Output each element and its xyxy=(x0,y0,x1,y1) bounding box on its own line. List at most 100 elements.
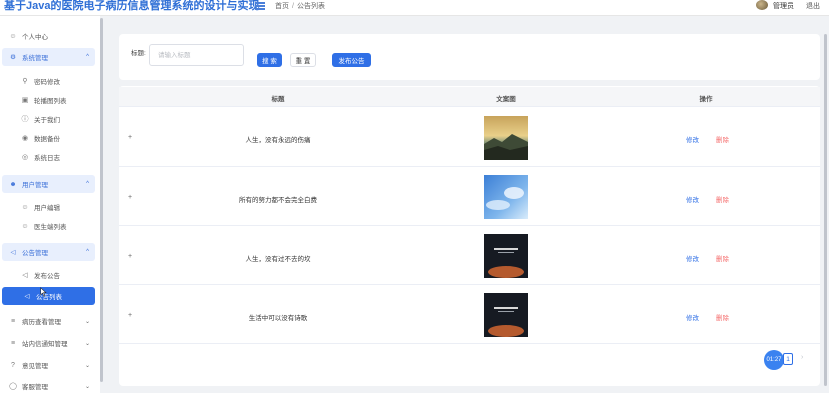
sidebar-item-label: 用户管理 xyxy=(22,182,48,189)
edit-link[interactable]: 修改 xyxy=(686,312,699,322)
megaphone-icon: ◁ xyxy=(24,293,30,300)
sidebar-item-label: 公告管理 xyxy=(22,250,48,257)
title-filter-label: 标题: xyxy=(131,50,146,57)
sidebar-scrollbar[interactable] xyxy=(100,18,103,382)
sidebar-item-medical-record-view[interactable]: ≡ 病历查看管理 ⌄ xyxy=(0,312,98,330)
question-icon: ? xyxy=(11,361,15,369)
expand-row-icon[interactable]: + xyxy=(128,253,132,260)
pager-page-1[interactable]: 1 xyxy=(783,353,793,365)
chevron-down-icon: ⌄ xyxy=(84,340,90,347)
row-title: 生活中可以没有诗歌 xyxy=(248,315,308,322)
search-button[interactable]: 搜 索 xyxy=(257,53,282,67)
sidebar-item-doctor-list[interactable]: ☺ 医生端列表 xyxy=(0,217,98,235)
list-icon: ≡ xyxy=(10,339,16,347)
info-icon: ⓘ xyxy=(21,116,29,123)
row-title: 人生，没有永远的伤痛 xyxy=(245,137,311,144)
megaphone-icon: ◁ xyxy=(10,249,16,256)
sidebar-item-label: 意见管理 xyxy=(22,363,48,370)
sidebar-item-customer-service[interactable]: ◯ 客服管理 ⌄ xyxy=(0,377,98,393)
sidebar-item-carousel-list[interactable]: ▣ 轮播图列表 xyxy=(0,91,98,109)
sidebar-item-label: 关于我们 xyxy=(34,117,60,124)
delete-link[interactable]: 删除 xyxy=(716,253,729,263)
user-name[interactable]: 管理员 xyxy=(773,1,794,11)
reset-button[interactable]: 重 置 xyxy=(290,53,316,67)
row-title: 所有的努力都不会完全白费 xyxy=(239,197,317,204)
row-image-blue-sky[interactable] xyxy=(484,175,528,219)
sidebar-item-label: 客服管理 xyxy=(22,384,48,391)
key-icon: ⚲ xyxy=(22,78,28,85)
edit-link[interactable]: 修改 xyxy=(686,194,699,204)
delete-link[interactable]: 删除 xyxy=(716,312,729,322)
sidebar-group-user-management[interactable]: ☻ 用户管理 ^ xyxy=(2,175,95,193)
sidebar-item-password-change[interactable]: ⚲ 密码修改 xyxy=(0,72,98,90)
chevron-up-icon: ^ xyxy=(86,181,89,187)
sidebar-group-system-management[interactable]: ⚙ 系统管理 ^ xyxy=(2,48,95,66)
table-row xyxy=(119,285,820,344)
table-row xyxy=(119,167,820,226)
pager-next-icon[interactable]: › xyxy=(801,354,803,361)
chat-icon: ◯ xyxy=(9,383,17,390)
avatar[interactable] xyxy=(756,0,768,10)
table-row xyxy=(119,226,820,285)
image-icon: ▣ xyxy=(21,97,29,104)
delete-link[interactable]: 删除 xyxy=(716,134,729,144)
expand-row-icon[interactable]: + xyxy=(128,194,132,201)
gear-icon: ⚙ xyxy=(10,54,16,61)
user-icon: ☺ xyxy=(21,222,29,230)
chevron-down-icon: ⌄ xyxy=(84,383,90,390)
mouse-cursor-icon xyxy=(40,287,47,297)
sidebar-item-notice-list[interactable]: ◁ 公告列表 xyxy=(2,287,95,305)
app-title: 基于Java的医院电子病历信息管理系统的设计与实现 xyxy=(4,0,260,12)
main-scrollbar[interactable] xyxy=(824,34,827,386)
sidebar-item-label: 系统管理 xyxy=(22,55,48,62)
sidebar-item-label: 轮播图列表 xyxy=(34,98,67,105)
edit-link[interactable]: 修改 xyxy=(686,134,699,144)
sidebar-item-label: 发布公告 xyxy=(34,273,60,280)
row-image-dark-poster[interactable] xyxy=(484,293,528,337)
sidebar-item-label: 密码修改 xyxy=(34,79,60,86)
breadcrumb-home[interactable]: 首页 xyxy=(275,3,289,10)
log-icon: ◎ xyxy=(21,154,29,161)
chevron-up-icon: ^ xyxy=(86,54,89,60)
row-title: 人生，没有过不去的坎 xyxy=(245,256,311,263)
sidebar-item-internal-message[interactable]: ≡ 站内信通知管理 ⌄ xyxy=(0,334,98,352)
breadcrumb: 首页 / 公告列表 xyxy=(275,1,325,11)
publish-notice-button[interactable]: 发布公告 xyxy=(332,53,371,67)
chevron-down-icon: ⌄ xyxy=(84,318,90,325)
sidebar-item-personal-center[interactable]: ☺ 个人中心 xyxy=(0,27,98,45)
list-icon: ≡ xyxy=(10,317,16,325)
sidebar-item-label: 个人中心 xyxy=(22,34,48,41)
row-image-sunset-mountain[interactable] xyxy=(484,116,528,160)
logout-link[interactable]: 退出 xyxy=(806,1,820,11)
sidebar-item-publish-notice[interactable]: ◁ 发布公告 xyxy=(0,266,98,284)
sidebar-item-about-us[interactable]: ⓘ 关于我们 xyxy=(0,110,98,128)
row-image-dark-poster[interactable] xyxy=(484,234,528,278)
expand-row-icon[interactable]: + xyxy=(128,134,132,141)
database-icon: ◉ xyxy=(21,135,29,142)
sidebar-item-label: 站内信通知管理 xyxy=(22,341,68,348)
sidebar-item-label: 系统日志 xyxy=(34,155,60,162)
menu-toggle-icon[interactable] xyxy=(255,2,265,10)
sidebar-item-system-log[interactable]: ◎ 系统日志 xyxy=(0,148,98,166)
sidebar-item-label: 病历查看管理 xyxy=(22,319,61,326)
sidebar-group-notice-management[interactable]: ◁ 公告管理 ^ xyxy=(2,243,95,261)
title-search-input[interactable] xyxy=(149,44,244,66)
megaphone-icon: ◁ xyxy=(22,272,28,279)
sidebar-item-user-edit[interactable]: ☺ 用户编辑 xyxy=(0,198,98,216)
users-icon: ☻ xyxy=(9,180,17,188)
user-icon: ☺ xyxy=(9,32,17,40)
column-header-actions: 操作 xyxy=(699,96,713,103)
table-header xyxy=(119,87,820,107)
table-row xyxy=(119,108,820,167)
sidebar-item-feedback[interactable]: ? 意见管理 ⌄ xyxy=(0,356,98,374)
sidebar-item-label: 医生端列表 xyxy=(34,224,67,231)
expand-row-icon[interactable]: + xyxy=(128,312,132,319)
pager-timer-badge: 01:27 xyxy=(764,350,784,370)
sidebar-item-data-backup[interactable]: ◉ 数据备份 xyxy=(0,129,98,147)
chevron-down-icon: ⌄ xyxy=(84,362,90,369)
delete-link[interactable]: 删除 xyxy=(716,194,729,204)
chevron-up-icon: ^ xyxy=(86,249,89,255)
breadcrumb-current: 公告列表 xyxy=(296,3,325,10)
edit-link[interactable]: 修改 xyxy=(686,253,699,263)
sidebar-item-label: 数据备份 xyxy=(34,136,60,143)
